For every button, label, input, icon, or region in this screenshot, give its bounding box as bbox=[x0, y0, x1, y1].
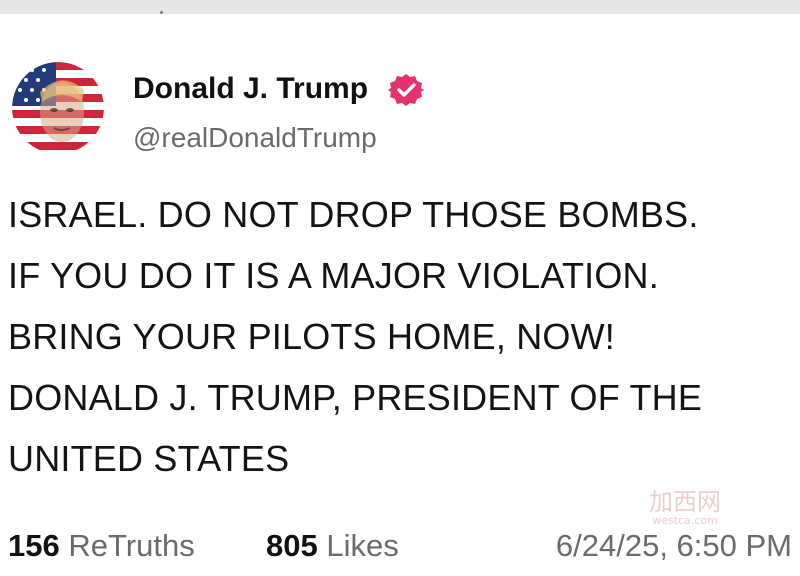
likes-label: Likes bbox=[326, 528, 399, 563]
post-text-line: ISRAEL. DO NOT DROP THOSE BOMBS. bbox=[8, 194, 699, 235]
retruths-count: 156 bbox=[8, 528, 60, 563]
post-stats: 156 ReTruths 805 Likes 6/24/25, 6:50 PM bbox=[8, 524, 798, 568]
avatar[interactable] bbox=[12, 62, 104, 154]
watermark-logo: 加西网 westca.com bbox=[649, 488, 721, 527]
post-body: ISRAEL. DO NOT DROP THOSE BOMBS. IF YOU … bbox=[8, 184, 798, 489]
top-bar bbox=[0, 0, 800, 14]
post-text-line: DONALD J. TRUMP, PRESIDENT OF THE bbox=[8, 377, 703, 418]
post-timestamp[interactable]: 6/24/25, 6:50 PM bbox=[556, 524, 792, 568]
post-text-line: BRING YOUR PILOTS HOME, NOW! bbox=[8, 316, 616, 357]
author-handle[interactable]: @realDonaldTrump bbox=[133, 121, 377, 155]
post-text-line: IF YOU DO IT IS A MAJOR VIOLATION. bbox=[8, 255, 659, 296]
watermark-brand: 加西网 bbox=[649, 488, 721, 516]
verified-badge-icon bbox=[388, 74, 424, 106]
flag-portrait-avatar-icon bbox=[12, 62, 104, 154]
retruths-label: ReTruths bbox=[68, 528, 195, 563]
scroll-indicator bbox=[160, 11, 163, 14]
author-display-name[interactable]: Donald J. Trump bbox=[133, 71, 368, 107]
likes-stat[interactable]: 805 Likes bbox=[266, 524, 399, 568]
likes-count: 805 bbox=[266, 528, 318, 563]
post-text-line: UNITED STATES bbox=[8, 438, 290, 479]
retruths-stat[interactable]: 156 ReTruths bbox=[8, 524, 195, 568]
